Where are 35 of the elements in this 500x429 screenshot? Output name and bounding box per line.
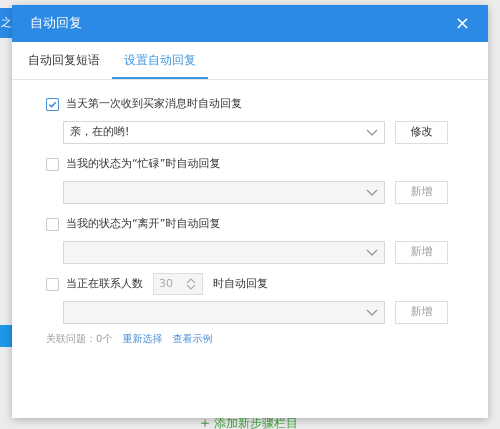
rule-label: 当正在联系人数: [66, 276, 143, 292]
count-spinner[interactable]: 30: [153, 273, 203, 295]
count-value: 30: [159, 276, 173, 292]
chevron-down-icon: [366, 129, 378, 136]
reply-select[interactable]: [63, 181, 385, 204]
reply-select[interactable]: [63, 301, 385, 324]
chevron-down-icon: [366, 309, 378, 316]
rule-label: 当天第一次收到买家消息时自动回复: [66, 96, 242, 112]
checkbox[interactable]: [46, 218, 59, 230]
up-down-icon: [185, 277, 197, 291]
checkbox[interactable]: [46, 98, 59, 110]
close-button[interactable]: ×: [454, 14, 470, 32]
checkbox[interactable]: [46, 158, 59, 170]
action-button[interactable]: 修改: [395, 121, 448, 144]
chevron-down-icon: [366, 189, 378, 196]
add-step-link[interactable]: + 添加新步骤栏目: [200, 417, 298, 429]
footer-link[interactable]: 查看示例: [172, 332, 212, 346]
header-fragment: 之: [1, 14, 12, 31]
rule-label: 当我的状态为“离开”时自动回复: [66, 216, 220, 232]
dialog-title: 自动回复: [30, 14, 82, 33]
reply-select[interactable]: [63, 241, 385, 264]
action-button[interactable]: 新增: [395, 241, 448, 264]
footer-link[interactable]: 重新选择: [122, 332, 162, 346]
rule-label: 当我的状态为“忙碌”时自动回复: [66, 156, 220, 172]
rule-label-suffix: 时自动回复: [213, 276, 268, 292]
related-questions-text: 关联问题：0个: [46, 332, 112, 346]
reply-select[interactable]: 亲，在的哟!: [63, 121, 385, 144]
chevron-down-icon: [366, 249, 378, 256]
action-button[interactable]: 新增: [395, 301, 448, 324]
checkbox[interactable]: [46, 278, 59, 290]
select-value: 亲，在的哟!: [70, 124, 130, 140]
tab[interactable]: 设置自动回复: [112, 42, 208, 79]
tab[interactable]: 自动回复短语: [16, 42, 112, 79]
sidebar-highlight: [0, 325, 12, 347]
action-button[interactable]: 新增: [395, 181, 448, 204]
